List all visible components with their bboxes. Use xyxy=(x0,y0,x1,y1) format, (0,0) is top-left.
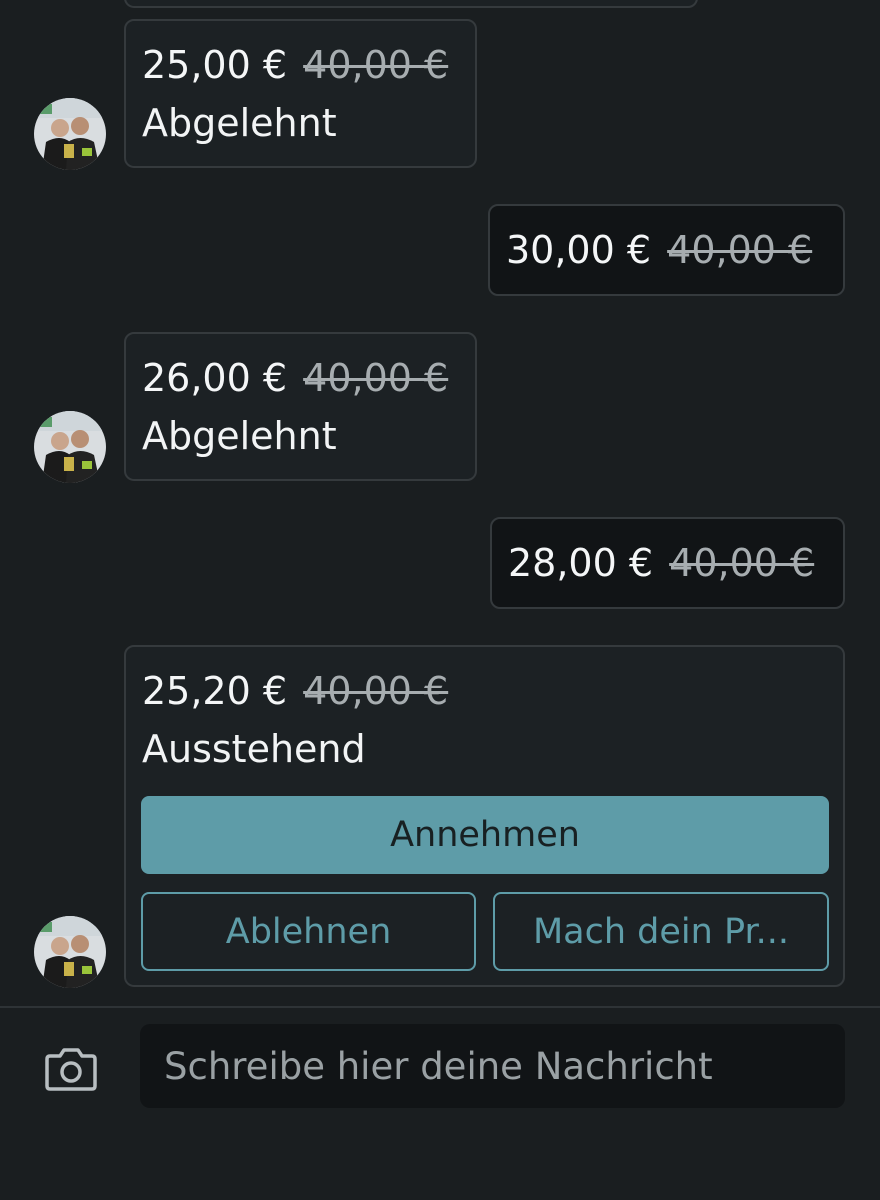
offer-price: 30,00 € xyxy=(506,228,652,272)
pending-offer-bubble: 25,20 € 40,00 € Ausstehend Annehmen Able… xyxy=(124,645,845,987)
offer-price: 25,20 € xyxy=(142,669,288,713)
composer-divider xyxy=(0,1006,880,1008)
offer-price: 28,00 € xyxy=(508,541,654,585)
offer-status: Ausstehend xyxy=(142,727,366,771)
offer-price-line: 26,00 € 40,00 € xyxy=(142,354,448,402)
offer-price-line: 30,00 € 40,00 € xyxy=(506,226,812,274)
offer-price: 25,00 € xyxy=(142,43,288,87)
counter-offer-button[interactable]: Mach dein Pr... xyxy=(493,892,829,971)
camera-icon[interactable] xyxy=(44,1046,98,1092)
previous-message-bubble xyxy=(124,0,698,8)
decline-button[interactable]: Ablehnen xyxy=(141,892,476,971)
chat-screen: 25,00 € 40,00 € Abgelehnt 30,00 € 40,00 … xyxy=(0,0,880,1200)
accept-button[interactable]: Annehmen xyxy=(141,796,829,874)
offer-message-bubble: 26,00 € 40,00 € Abgelehnt xyxy=(124,332,477,481)
own-offer-bubble: 30,00 € 40,00 € xyxy=(488,204,845,296)
offer-price-line: 25,00 € 40,00 € xyxy=(142,41,448,89)
offer-message-bubble: 25,00 € 40,00 € Abgelehnt xyxy=(124,19,477,168)
offer-price-line: 25,20 € 40,00 € xyxy=(142,667,448,715)
original-price: 40,00 € xyxy=(667,228,813,272)
offer-price: 26,00 € xyxy=(142,356,288,400)
avatar-photo xyxy=(34,411,106,483)
offer-status: Abgelehnt xyxy=(142,101,337,145)
avatar[interactable] xyxy=(34,411,106,483)
original-price: 40,00 € xyxy=(303,356,449,400)
avatar[interactable] xyxy=(34,98,106,170)
original-price: 40,00 € xyxy=(303,669,449,713)
message-input[interactable] xyxy=(140,1024,845,1108)
avatar-photo xyxy=(34,916,106,988)
offer-price-line: 28,00 € 40,00 € xyxy=(508,539,814,587)
own-offer-bubble: 28,00 € 40,00 € xyxy=(490,517,845,609)
offer-status: Abgelehnt xyxy=(142,414,337,458)
original-price: 40,00 € xyxy=(669,541,815,585)
avatar-photo xyxy=(34,98,106,170)
original-price: 40,00 € xyxy=(303,43,449,87)
avatar[interactable] xyxy=(34,916,106,988)
